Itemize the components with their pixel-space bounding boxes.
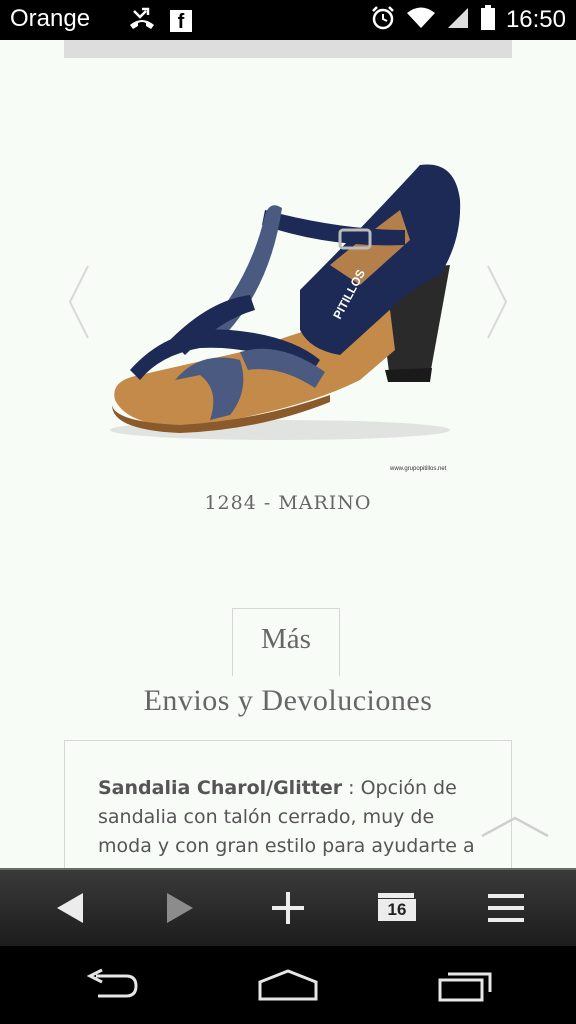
- product-name: 1284 - MARINO: [204, 492, 372, 514]
- carrier-name: Orange: [10, 5, 91, 32]
- wifi-icon: [406, 6, 436, 34]
- description-panel: Sandalia Charol/Glitter : Opción de sand…: [64, 740, 512, 880]
- alarm-icon: [370, 5, 396, 35]
- next-image-arrow-icon[interactable]: [476, 262, 516, 342]
- nav-home-icon[interactable]: [228, 946, 348, 1024]
- new-tab-icon[interactable]: [240, 870, 336, 946]
- nav-back-icon[interactable]: [52, 946, 172, 1024]
- facebook-icon: f: [170, 10, 192, 33]
- tab-more[interactable]: Más: [232, 608, 340, 676]
- android-nav-bar: [0, 946, 576, 1024]
- signal-icon: [446, 6, 470, 34]
- nav-recents-icon[interactable]: [406, 946, 526, 1024]
- header-strip: [64, 40, 512, 58]
- tabs-icon[interactable]: 16: [350, 870, 446, 946]
- back-icon[interactable]: [22, 870, 118, 946]
- forward-icon[interactable]: [132, 870, 228, 946]
- previous-image-arrow-icon[interactable]: [60, 262, 100, 342]
- status-bar: Orange f 16:50: [0, 0, 576, 40]
- menu-icon[interactable]: [458, 870, 554, 946]
- tab-shipping-returns[interactable]: Envios y Devoluciones: [0, 684, 576, 718]
- browser-toolbar: 16: [0, 868, 576, 946]
- battery-icon: [480, 5, 496, 35]
- product-description: Sandalia Charol/Glitter : Opción de sand…: [98, 774, 488, 861]
- scroll-to-top-icon[interactable]: [480, 812, 550, 842]
- tab-count: 16: [378, 899, 416, 921]
- missed-call-icon: [128, 7, 156, 35]
- image-watermark: www.grupopitillos.net: [389, 466, 447, 472]
- description-title: Sandalia Charol/Glitter: [98, 777, 343, 799]
- clock: 16:50: [505, 6, 566, 33]
